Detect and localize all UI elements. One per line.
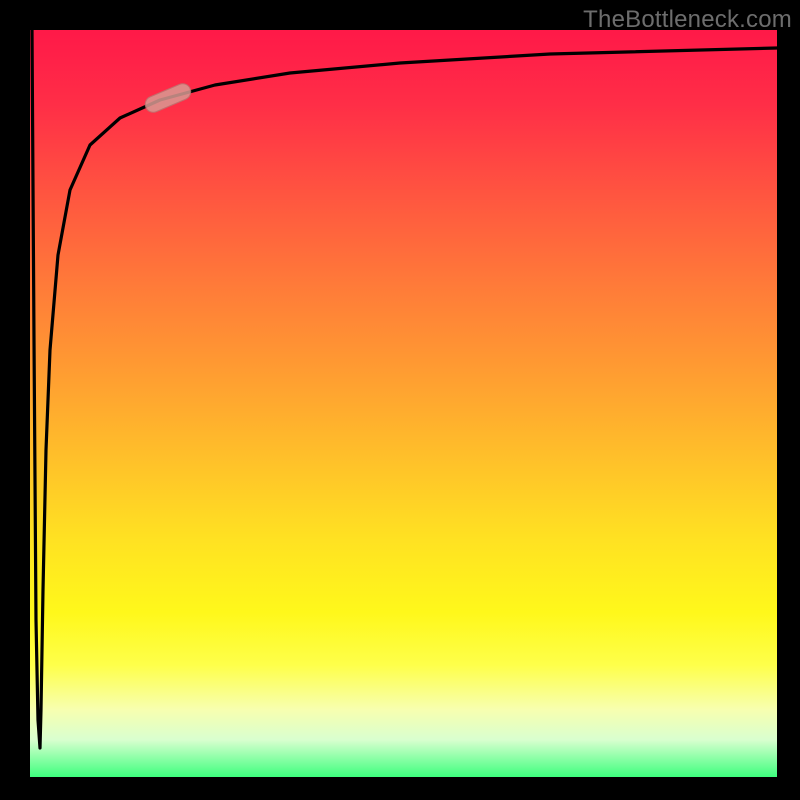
x-axis-frame xyxy=(0,777,800,800)
y-axis-frame xyxy=(0,0,30,800)
watermark-text: TheBottleneck.com xyxy=(583,6,792,34)
plot-gradient-background xyxy=(30,30,777,777)
